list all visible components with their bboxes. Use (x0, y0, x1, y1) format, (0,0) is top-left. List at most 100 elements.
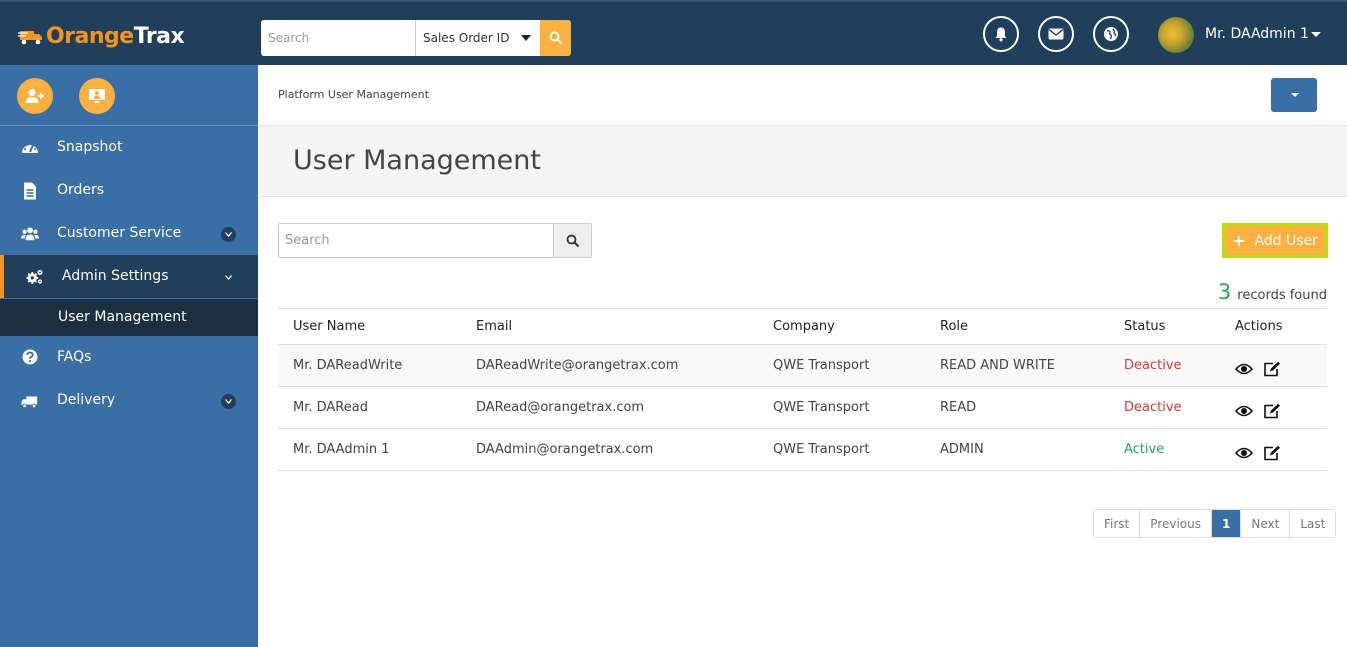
page-options-dropdown-button[interactable] (1271, 78, 1317, 112)
sidebar-subitem-label: User Management (58, 309, 187, 325)
gears-icon (26, 269, 43, 284)
edit-icon[interactable] (1263, 403, 1281, 419)
add-user-shortcut-button[interactable] (17, 78, 53, 114)
user-search-input[interactable]: Search (279, 224, 555, 257)
monitor-user-icon (89, 89, 105, 103)
column-header[interactable]: Company (758, 308, 925, 345)
cell-status: Deactive (1109, 386, 1220, 429)
question-icon (22, 349, 38, 365)
sidebar: Snapshot Orders Customer Service Admin S… (0, 65, 258, 647)
pagination-page[interactable]: 1 (1211, 510, 1242, 537)
sidebar-item-label: FAQs (57, 349, 92, 365)
pagination-previous[interactable]: Previous (1140, 510, 1212, 537)
pagination: First Previous 1 Next Last (1093, 509, 1337, 538)
search-icon (549, 31, 562, 45)
pagination-last[interactable]: Last (1290, 510, 1335, 537)
sidebar-subitem-user-management[interactable]: User Management (0, 299, 258, 336)
table-row: Mr. DAReadWrite DAReadWrite@orangetrax.c… (278, 344, 1327, 387)
sidebar-item-label: Admin Settings (62, 268, 169, 284)
truck-logo-icon (18, 31, 42, 45)
cell-user-name: Mr. DAAdmin 1 (278, 428, 461, 471)
view-eye-icon[interactable] (1235, 447, 1253, 459)
edit-icon[interactable] (1263, 361, 1281, 377)
records-label: records found (1237, 288, 1327, 303)
globe-icon (1104, 27, 1118, 41)
cell-user-name: Mr. DAReadWrite (278, 344, 461, 387)
cell-role: READ AND WRITE (925, 344, 1109, 387)
sidebar-item-orders[interactable]: Orders (0, 169, 258, 212)
view-eye-icon[interactable] (1235, 405, 1253, 417)
chevron-down-icon[interactable] (221, 227, 236, 242)
users-icon (21, 227, 39, 241)
avatar[interactable] (1158, 17, 1194, 53)
sidebar-item-faqs[interactable]: FAQs (0, 336, 258, 379)
sidebar-item-delivery[interactable]: Delivery (0, 379, 258, 422)
cell-company: QWE Transport (758, 428, 925, 471)
envelope-icon (1048, 28, 1064, 40)
search-type-value: Sales Order ID (423, 31, 510, 45)
document-icon (24, 182, 36, 200)
dashboard-icon (22, 144, 38, 153)
cell-email: DAReadWrite@orangetrax.com (461, 344, 758, 387)
sidebar-item-label: Snapshot (57, 139, 123, 155)
users-table: User Name Email Company Role Status Acti… (278, 308, 1327, 471)
view-eye-icon[interactable] (1235, 363, 1253, 375)
plus-icon: + (1232, 231, 1246, 250)
edit-icon[interactable] (1263, 445, 1281, 461)
page-title-bar: User Management (258, 126, 1347, 197)
global-search-input[interactable]: Search (261, 20, 415, 56)
pagination-next[interactable]: Next (1241, 510, 1291, 537)
chevron-down-icon[interactable] (221, 394, 236, 409)
add-user-button[interactable]: + Add User (1222, 223, 1328, 258)
notifications-button[interactable] (983, 16, 1019, 52)
column-header[interactable]: Status (1109, 308, 1220, 345)
table-row: Mr. DARead DARead@orangetrax.com QWE Tra… (278, 386, 1327, 429)
sidebar-item-label: Customer Service (57, 225, 182, 241)
cell-email: DARead@orangetrax.com (461, 386, 758, 429)
orangetrax-logo[interactable]: OrangeTrax (18, 21, 185, 51)
column-header[interactable]: Email (461, 308, 758, 345)
global-search-button[interactable] (540, 20, 571, 56)
logo-text-white: Trax (133, 23, 185, 49)
bell-icon (995, 27, 1007, 42)
cell-status: Deactive (1109, 344, 1220, 387)
cell-actions (1220, 428, 1327, 471)
support-shortcut-button[interactable] (79, 78, 115, 114)
cell-email: DAAdmin@orangetrax.com (461, 428, 758, 471)
sidebar-item-snapshot[interactable]: Snapshot (0, 126, 258, 169)
truck-icon (21, 396, 38, 409)
user-menu-name[interactable]: Mr. DAAdmin 1 (1205, 26, 1309, 42)
cell-company: QWE Transport (758, 344, 925, 387)
logo-text-orange: Orange (46, 23, 134, 49)
cell-actions (1220, 344, 1327, 387)
column-header: Actions (1220, 308, 1327, 345)
cell-company: QWE Transport (758, 386, 925, 429)
cell-role: ADMIN (925, 428, 1109, 471)
cell-role: READ (925, 386, 1109, 429)
search-icon (566, 234, 579, 247)
pagination-first[interactable]: First (1094, 510, 1141, 537)
user-search-button[interactable] (554, 224, 591, 257)
table-row: Mr. DAAdmin 1 DAAdmin@orangetrax.com QWE… (278, 428, 1327, 471)
sidebar-item-admin-settings[interactable]: Admin Settings (0, 255, 258, 298)
breadcrumb[interactable]: Platform User Management (278, 88, 429, 101)
caret-down-icon (1291, 93, 1299, 97)
column-header[interactable]: Role (925, 308, 1109, 345)
column-header[interactable]: User Name (278, 308, 461, 345)
cell-user-name: Mr. DARead (278, 386, 461, 429)
add-user-label: Add User (1254, 232, 1318, 249)
sidebar-quick-actions (0, 65, 258, 126)
user-menu-caret-icon[interactable] (1311, 32, 1321, 37)
global-search: Search Sales Order ID (261, 20, 571, 56)
cell-status: Active (1109, 428, 1220, 471)
top-bar: OrangeTrax Search Sales Order ID Mr. DAA… (0, 0, 1347, 65)
user-plus-icon (25, 89, 44, 103)
messages-button[interactable] (1038, 16, 1074, 52)
sidebar-item-label: Delivery (57, 392, 116, 408)
chevron-down-icon[interactable] (221, 270, 236, 285)
caret-down-icon (521, 35, 531, 41)
search-type-select[interactable]: Sales Order ID (415, 20, 540, 56)
language-button[interactable] (1093, 16, 1129, 52)
sidebar-item-customer-service[interactable]: Customer Service (0, 212, 258, 255)
user-search: Search (278, 223, 592, 258)
